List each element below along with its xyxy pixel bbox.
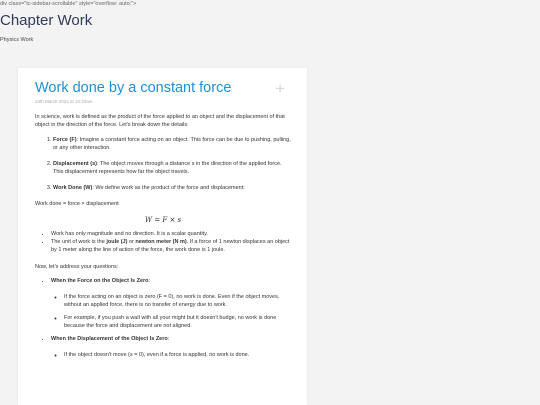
term-displacement: Displacement (s)	[53, 161, 98, 167]
post-intro: In science, work is defined as the produ…	[35, 114, 285, 128]
raw-markup-text: div class="tc-sidebar-scrollable" style=…	[0, 1, 137, 7]
term-work-done: Work Done (W)	[53, 185, 93, 191]
list-item: Force (F): Imagine a constant force acti…	[53, 136, 291, 152]
unit-text: The unit of work is the	[51, 239, 107, 245]
list-item: For example, if you push a wall with all…	[64, 314, 291, 330]
post-date: 13th March 2024 at 10:33am	[35, 99, 93, 104]
questions-list: When the Force on the Object Is Zero: If…	[35, 277, 291, 359]
list-item: When the Force on the Object Is Zero: If…	[51, 277, 291, 330]
sub-list: If the object doesn't move (s = 0), even…	[51, 351, 291, 359]
question-heading: When the Displacement of the Object Is Z…	[51, 336, 168, 342]
page-title: Chapter Work	[0, 12, 93, 29]
term-force: Force (F)	[53, 137, 77, 143]
list-item: When the Displacement of the Object Is Z…	[51, 335, 291, 359]
question-heading: When the Force on the Object Is Zero	[51, 278, 149, 284]
list-item: The unit of work is the joule (J) or new…	[51, 238, 291, 254]
page-subtitle: Physics Work	[0, 37, 34, 43]
work-facts-list: Work has only magnitude and no direction…	[35, 230, 291, 254]
list-item: If the object doesn't move (s = 0), even…	[64, 351, 291, 359]
definition-list: Force (F): Imagine a constant force acti…	[35, 136, 291, 192]
list-item-text: : We define work as the product of the f…	[92, 185, 245, 191]
post-card: + Work done by a constant force 13th Mar…	[18, 68, 307, 405]
formula-equation: W = F × s	[144, 216, 182, 224]
questions-intro: Now, let's address your questions:	[35, 264, 119, 270]
list-item-text: : Imagine a constant force acting on an …	[53, 137, 291, 151]
unit-joule: joule (J)	[106, 239, 128, 245]
list-item: Work Done (W): We define work as the pro…	[53, 184, 291, 192]
list-item: Displacement (s): The object moves throu…	[53, 160, 291, 176]
sub-list: If the force acting on an object is zero…	[51, 293, 291, 330]
list-item: If the force acting on an object is zero…	[64, 293, 291, 309]
post-title[interactable]: Work done by a constant force	[35, 80, 291, 96]
unit-newton-meter: newton meter (N m)	[135, 239, 187, 245]
list-item: Work has only magnitude and no direction…	[51, 230, 291, 238]
add-icon[interactable]: +	[275, 80, 285, 97]
formula-text: Work done = force × displacement	[35, 201, 119, 207]
